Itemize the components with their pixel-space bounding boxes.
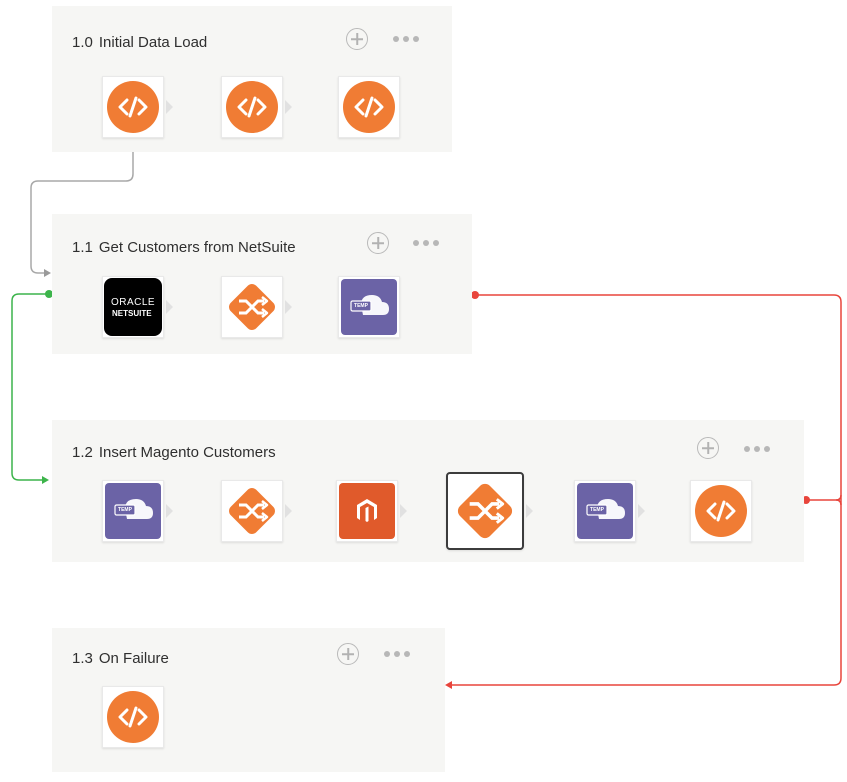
flow-title: 1.2 Insert Magento Customers [72,444,276,461]
step-arrow [166,300,173,314]
flow-panel-1-3: 1.3 On Failure [52,628,445,772]
transform-icon [457,483,513,539]
step-arrow [166,100,173,114]
flow-number: 1.0 [72,34,93,51]
temp-cloud-icon: TEMP [341,279,397,335]
magento-icon [339,483,395,539]
script-icon [107,691,159,743]
transform-icon [229,284,275,330]
flow-number: 1.1 [72,239,93,256]
script-icon [343,81,395,133]
netsuite-logo-line2: NETSUITE [112,309,152,318]
step-arrow [638,504,645,518]
transform-step-selected[interactable] [446,472,524,550]
netsuite-logo-line1: ORACLE [110,297,156,308]
more-options-button[interactable] [744,445,770,453]
temp-step[interactable]: TEMP [102,480,164,542]
flow-number: 1.3 [72,650,93,667]
success-connector [11,293,49,481]
more-options-button[interactable] [384,650,410,658]
temp-step[interactable]: TEMP [574,480,636,542]
flow-name: Get Customers from NetSuite [98,239,296,256]
script-step[interactable] [690,480,752,542]
flow-title: 1.0 Initial Data Load [72,34,207,51]
temp-label: TEMP [118,507,132,513]
temp-label: TEMP [354,303,368,309]
add-step-button[interactable] [337,643,359,665]
flow-panel-1-0: 1.0 Initial Data Load [52,6,452,152]
script-icon [226,81,278,133]
more-options-button[interactable] [393,35,419,43]
temp-step[interactable]: TEMP [338,276,400,338]
failure-arrowhead [445,681,452,689]
temp-label: TEMP [590,507,604,513]
script-step[interactable] [102,76,164,138]
temp-cloud-icon: TEMP [577,483,633,539]
script-step[interactable] [221,76,283,138]
flow-number: 1.2 [72,444,93,461]
flow-title: 1.1 Get Customers from NetSuite [72,239,296,256]
script-icon [107,81,159,133]
link-arrowhead [44,269,51,277]
flow-name: Initial Data Load [98,34,208,51]
script-icon [695,485,747,537]
magento-step[interactable] [336,480,398,542]
flow-panel-1-1: 1.1 Get Customers from NetSuite ORACLE NE… [52,214,472,354]
step-arrow [285,504,292,518]
transform-icon [229,488,275,534]
flow-title: 1.3 On Failure [72,650,169,667]
step-arrow [400,504,407,518]
flow-panel-1-2: 1.2 Insert Magento Customers TEMP TEMP [52,420,804,562]
step-arrow [285,300,292,314]
transform-step[interactable] [221,480,283,542]
more-options-button[interactable] [413,239,439,247]
failure-connector-2 [806,494,842,501]
netsuite-step[interactable]: ORACLE NETSUITE [102,276,164,338]
temp-cloud-icon: TEMP [105,483,161,539]
add-step-button[interactable] [346,28,368,50]
oracle-netsuite-icon: ORACLE NETSUITE [104,278,162,336]
step-arrow [526,504,533,518]
failure-connector-dot-1 [471,291,479,299]
add-step-button[interactable] [697,437,719,459]
flow-name: On Failure [98,650,169,667]
step-arrow [285,100,292,114]
add-step-button[interactable] [367,232,389,254]
transform-step[interactable] [221,276,283,338]
flow-name: Insert Magento Customers [98,444,276,461]
success-arrowhead [42,476,49,484]
script-step[interactable] [338,76,400,138]
script-step[interactable] [102,686,164,748]
step-arrow [166,504,173,518]
